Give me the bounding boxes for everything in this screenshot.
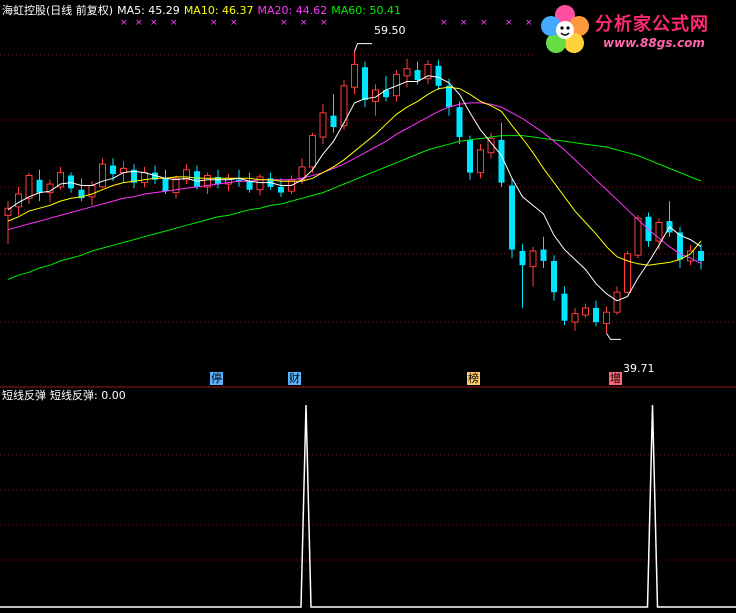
candlesticks bbox=[4, 51, 704, 334]
event-tag-finance[interactable]: 财 bbox=[288, 372, 301, 385]
candle-body-down bbox=[110, 165, 116, 175]
moving-averages bbox=[7, 75, 702, 302]
indicator-legend: 短线反弹 短线反弹: 0.00 bbox=[2, 389, 130, 402]
candle-body-up bbox=[582, 307, 589, 316]
candle-body-down bbox=[330, 115, 337, 128]
signal-marker: × bbox=[505, 18, 513, 28]
flower-icon bbox=[541, 5, 589, 53]
ma5-line bbox=[7, 75, 702, 302]
candle-body-down bbox=[194, 171, 200, 187]
candle-body-up bbox=[613, 291, 621, 313]
indicator-value: 短线反弹: 0.00 bbox=[50, 389, 126, 402]
candle-body-down bbox=[246, 181, 253, 190]
event-tag-stop[interactable]: 停 bbox=[210, 372, 223, 385]
watermark-logo: 分析家公式网 www.88gs.com bbox=[535, 2, 735, 58]
signal-marker: × bbox=[170, 18, 178, 28]
candle-body-down bbox=[467, 139, 473, 173]
candle-body-down bbox=[446, 85, 452, 108]
ma5-label: MA5: 45.29 bbox=[117, 4, 180, 17]
low-arrow bbox=[606, 333, 621, 340]
grid-lines bbox=[0, 54, 736, 561]
candle-body-up bbox=[634, 217, 642, 256]
indicator-plot bbox=[0, 404, 736, 608]
candle-body-up bbox=[403, 68, 411, 77]
candle-body-down bbox=[414, 70, 421, 81]
candle-body-up bbox=[141, 172, 148, 184]
watermark-url: www.88gs.com bbox=[603, 36, 705, 50]
ma10-label: MA10: 46.37 bbox=[183, 4, 254, 17]
ma60-label: MA60: 50.41 bbox=[331, 4, 401, 17]
signal-marker: × bbox=[300, 18, 308, 28]
candle-body-up bbox=[15, 193, 22, 208]
signal-marker: × bbox=[460, 18, 468, 28]
candle-body-down bbox=[645, 216, 652, 241]
high-arrow bbox=[354, 43, 372, 52]
ma60-line bbox=[7, 135, 702, 280]
candle-body-up bbox=[319, 112, 327, 138]
ma20-line bbox=[7, 102, 702, 264]
candle-body-up bbox=[99, 163, 106, 188]
candle-body-down bbox=[278, 186, 284, 193]
signal-marker: × bbox=[150, 18, 158, 28]
candle-body-down bbox=[509, 185, 515, 250]
signal-marker: × bbox=[320, 18, 328, 28]
kline-chart[interactable]: × × × × × × × × × × × × × × bbox=[0, 0, 736, 613]
candle-body-up bbox=[477, 149, 484, 174]
candle-body-down bbox=[435, 65, 442, 86]
candle-body-up bbox=[351, 63, 358, 88]
candle-body-up bbox=[603, 311, 610, 325]
candle-body-up bbox=[25, 174, 33, 199]
signal-marker: × bbox=[120, 18, 128, 28]
candle-body-down bbox=[540, 249, 547, 261]
signal-marker: × bbox=[230, 18, 238, 28]
candle-body-down bbox=[698, 250, 704, 261]
candle-body-up bbox=[88, 184, 96, 198]
candle-body-up bbox=[57, 172, 64, 188]
low-price-label: 39.71 bbox=[623, 362, 655, 375]
indicator-name: 短线反弹 bbox=[2, 389, 46, 402]
candle-body-down bbox=[593, 307, 599, 323]
candle-body-up bbox=[571, 313, 579, 323]
signal-marker: × bbox=[440, 18, 448, 28]
candle-body-down bbox=[561, 293, 568, 321]
candle-body-down bbox=[456, 107, 463, 138]
candle-body-up bbox=[529, 250, 537, 268]
candle-body-up bbox=[256, 176, 264, 191]
candle-body-down bbox=[519, 250, 526, 266]
candle-body-down bbox=[68, 175, 74, 189]
top-markers: × × × × × × × × × × × × × × bbox=[120, 18, 533, 28]
candle-body-down bbox=[162, 178, 169, 192]
signal-marker: × bbox=[135, 18, 143, 28]
event-tag-add[interactable]: 增 bbox=[609, 372, 622, 385]
signal-marker: × bbox=[525, 18, 533, 28]
watermark-name: 分析家公式网 bbox=[595, 14, 709, 35]
main-legend: 海虹控股(日线 前复权) MA5: 45.29 MA10: 46.37 MA20: 4… bbox=[2, 4, 405, 17]
candle-body-down bbox=[551, 260, 557, 293]
signal-marker: × bbox=[280, 18, 288, 28]
candle-body-up bbox=[309, 135, 316, 168]
indicator-line bbox=[0, 404, 736, 608]
signal-marker: × bbox=[210, 18, 218, 28]
event-tag-list[interactable]: 榜 bbox=[467, 372, 480, 385]
ma20-label: MA20: 44.62 bbox=[257, 4, 328, 17]
ma10-line bbox=[7, 86, 702, 266]
candle-body-down bbox=[36, 179, 43, 193]
candle-body-down bbox=[362, 67, 368, 101]
high-price-label: 59.50 bbox=[374, 24, 406, 37]
signal-marker: × bbox=[480, 18, 488, 28]
stock-title: 海虹控股(日线 前复权) bbox=[2, 4, 114, 17]
